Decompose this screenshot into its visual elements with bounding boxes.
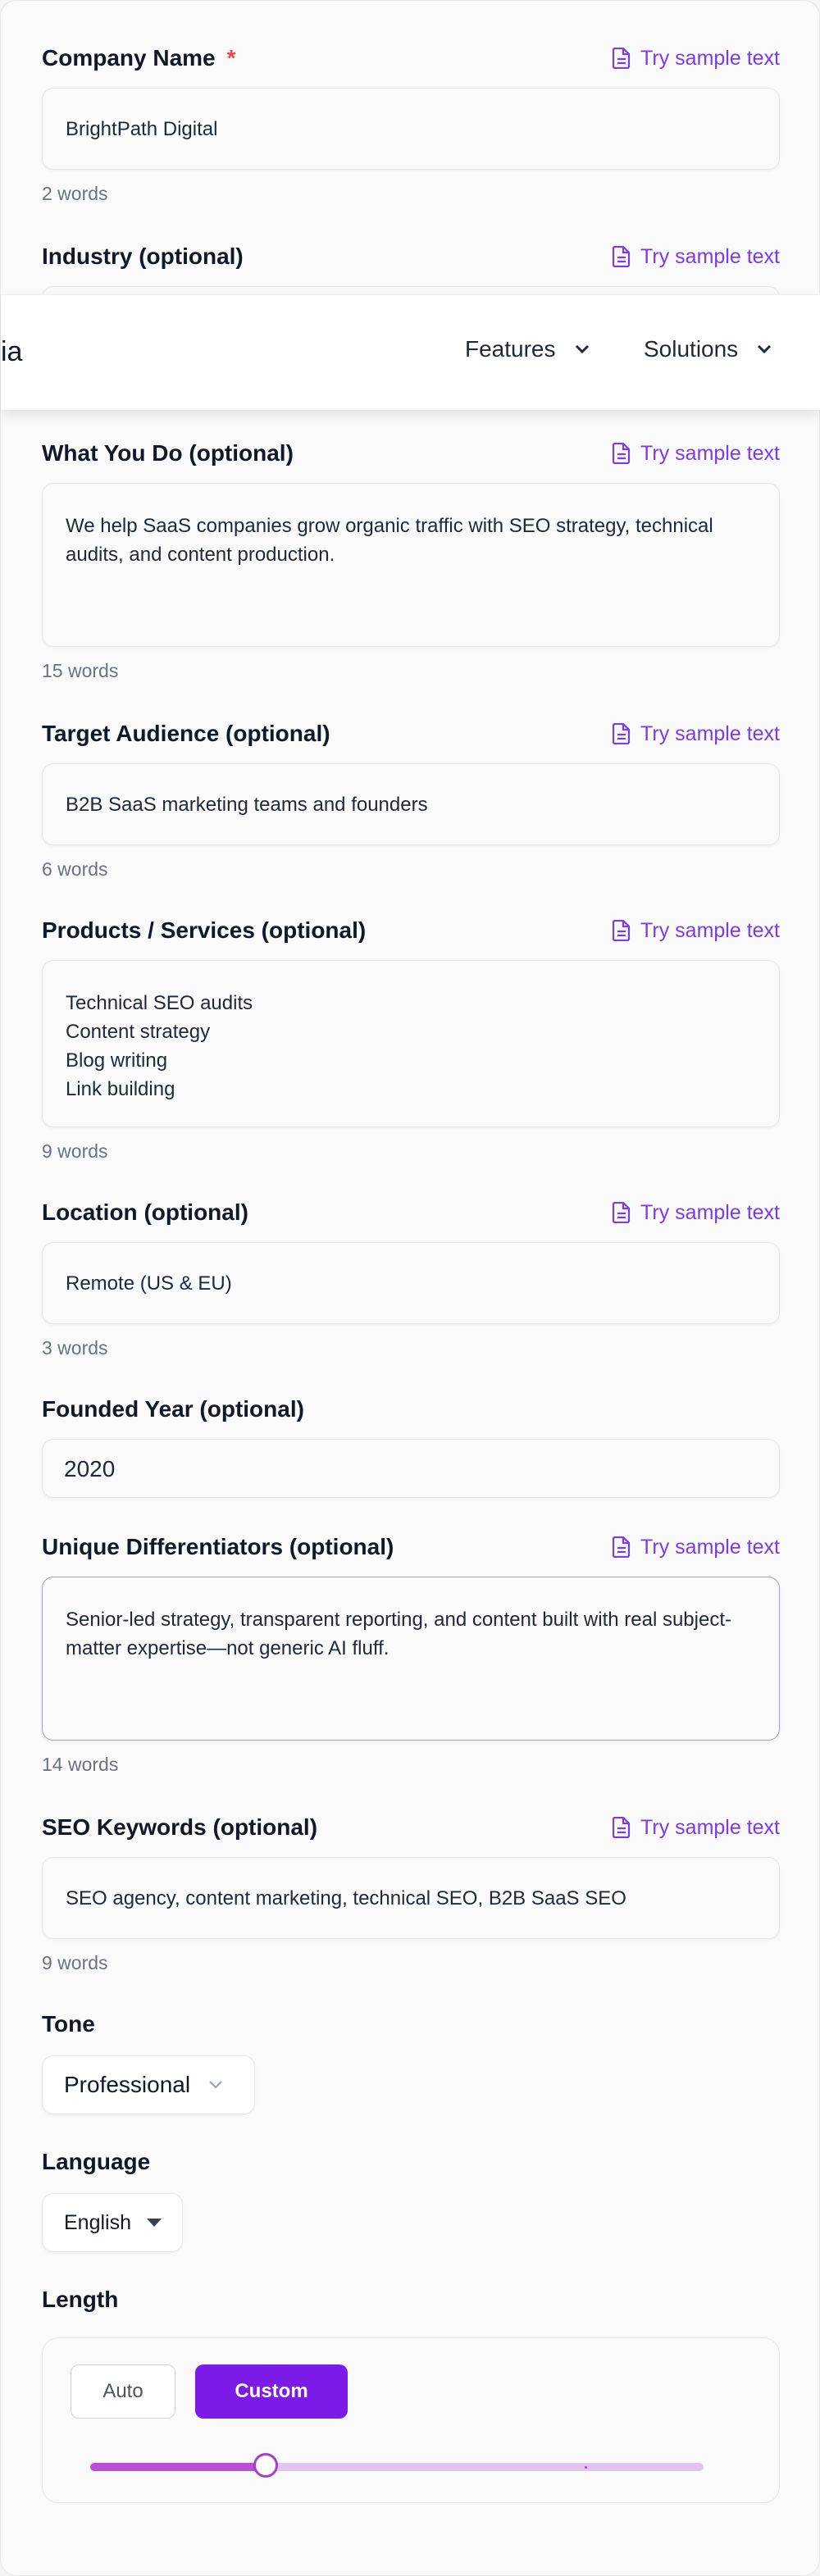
length-slider-fill	[90, 2463, 266, 2471]
products-services-try-sample-button[interactable]: Try sample text	[613, 919, 780, 943]
founded-year-value: 2020	[64, 1456, 116, 1481]
products-services-word-count: 9 words	[42, 1140, 108, 1162]
document-icon	[613, 1202, 631, 1223]
length-options-panel: Auto Custom	[42, 2337, 780, 2503]
seo-keywords-input[interactable]: SEO agency, content marketing, technical…	[42, 1857, 780, 1939]
try-sample-label: Try sample text	[640, 244, 780, 268]
differentiators-value: Senior-led strategy, transparent reporti…	[66, 1609, 731, 1659]
differentiators-textarea[interactable]: Senior-led strategy, transparent reporti…	[42, 1577, 780, 1741]
seo-keywords-value: SEO agency, content marketing, technical…	[66, 1887, 626, 1909]
company-name-value: BrightPath Digital	[66, 118, 218, 140]
tone-label: Tone	[42, 2011, 95, 2037]
business-profile-form: Company Name * Try sample text BrightPath…	[0, 0, 820, 2576]
length-slider-track[interactable]	[90, 2453, 704, 2478]
what-you-do-try-sample-button[interactable]: Try sample text	[613, 442, 780, 466]
differentiators-try-sample-button[interactable]: Try sample text	[613, 1536, 780, 1559]
try-sample-label: Try sample text	[640, 918, 780, 942]
nav-features-menu[interactable]: Features	[465, 336, 590, 362]
target-audience-input[interactable]: B2B SaaS marketing teams and founders	[42, 763, 780, 845]
try-sample-label: Try sample text	[640, 1535, 780, 1559]
company-name-try-sample-button[interactable]: Try sample text	[613, 47, 780, 71]
document-icon	[613, 443, 631, 464]
document-icon	[613, 1536, 631, 1558]
industry-try-sample-button[interactable]: Try sample text	[613, 245, 780, 269]
target-audience-try-sample-button[interactable]: Try sample text	[613, 722, 780, 746]
length-custom-button[interactable]: Custom	[195, 2364, 348, 2419]
location-word-count: 3 words	[42, 1337, 108, 1359]
try-sample-label: Try sample text	[640, 1815, 780, 1839]
what-you-do-label: What You Do (optional)	[42, 440, 294, 466]
length-label: Length	[42, 2287, 119, 2312]
company-name-label-wrap: Company Name *	[42, 45, 236, 71]
required-asterisk: *	[226, 45, 236, 71]
company-name-label: Company Name	[42, 45, 216, 71]
location-try-sample-button[interactable]: Try sample text	[613, 1201, 780, 1225]
document-icon	[613, 1817, 631, 1838]
length-auto-button[interactable]: Auto	[71, 2364, 175, 2419]
document-icon	[613, 246, 631, 267]
differentiators-label: Unique Differentiators (optional)	[42, 1534, 394, 1559]
length-slider-thumb[interactable]	[253, 2453, 278, 2478]
seo-keywords-try-sample-button[interactable]: Try sample text	[613, 1816, 780, 1840]
seo-keywords-word-count: 9 words	[42, 1952, 108, 1973]
language-selected-value: English	[64, 2210, 131, 2234]
tone-select[interactable]: Professional	[42, 2055, 255, 2114]
length-slider-tick	[585, 2466, 587, 2469]
products-services-label: Products / Services (optional)	[42, 917, 367, 943]
try-sample-label: Try sample text	[640, 1200, 780, 1224]
founded-year-label: Founded Year (optional)	[42, 1396, 304, 1422]
tone-selected-value: Professional	[64, 2072, 191, 2097]
company-name-word-count: 2 words	[42, 183, 108, 204]
what-you-do-value: We help SaaS companies grow organic traf…	[66, 515, 713, 566]
industry-label: Industry (optional)	[42, 243, 244, 269]
chevron-down-icon	[758, 344, 772, 354]
products-services-textarea[interactable]: Technical SEO audits Content strategy Bl…	[42, 960, 780, 1127]
language-label: Language	[42, 2149, 151, 2174]
document-icon	[613, 48, 631, 69]
nav-features-label: Features	[465, 336, 556, 362]
what-you-do-textarea[interactable]: We help SaaS companies grow organic traf…	[42, 483, 780, 647]
try-sample-label: Try sample text	[640, 721, 780, 745]
location-label: Location (optional)	[42, 1199, 248, 1225]
company-name-input[interactable]: BrightPath Digital	[42, 88, 780, 170]
caret-down-icon	[147, 2219, 162, 2227]
seo-keywords-label: SEO Keywords (optional)	[42, 1814, 318, 1840]
what-you-do-word-count: 15 words	[42, 660, 119, 681]
top-navigation-bar: ia Features Solutions	[1, 294, 820, 410]
location-value: Remote (US & EU)	[66, 1272, 232, 1295]
target-audience-value: B2B SaaS marketing teams and founders	[66, 794, 428, 816]
founded-year-input[interactable]: 2020	[42, 1439, 780, 1498]
try-sample-label: Try sample text	[640, 46, 780, 70]
products-services-value: Technical SEO audits Content strategy Bl…	[66, 992, 253, 1100]
location-input[interactable]: Remote (US & EU)	[42, 1242, 780, 1324]
language-select[interactable]: English	[42, 2193, 183, 2252]
try-sample-label: Try sample text	[640, 441, 780, 465]
nav-solutions-menu[interactable]: Solutions	[644, 336, 772, 362]
chevron-down-icon	[575, 344, 589, 354]
brand-logo-partial[interactable]: ia	[1, 336, 22, 368]
differentiators-word-count: 14 words	[42, 1754, 119, 1775]
document-icon	[613, 920, 631, 941]
target-audience-label: Target Audience (optional)	[42, 721, 330, 746]
target-audience-word-count: 6 words	[42, 858, 108, 880]
document-icon	[613, 723, 631, 744]
chevron-down-icon	[209, 2081, 222, 2089]
nav-solutions-label: Solutions	[644, 336, 739, 362]
